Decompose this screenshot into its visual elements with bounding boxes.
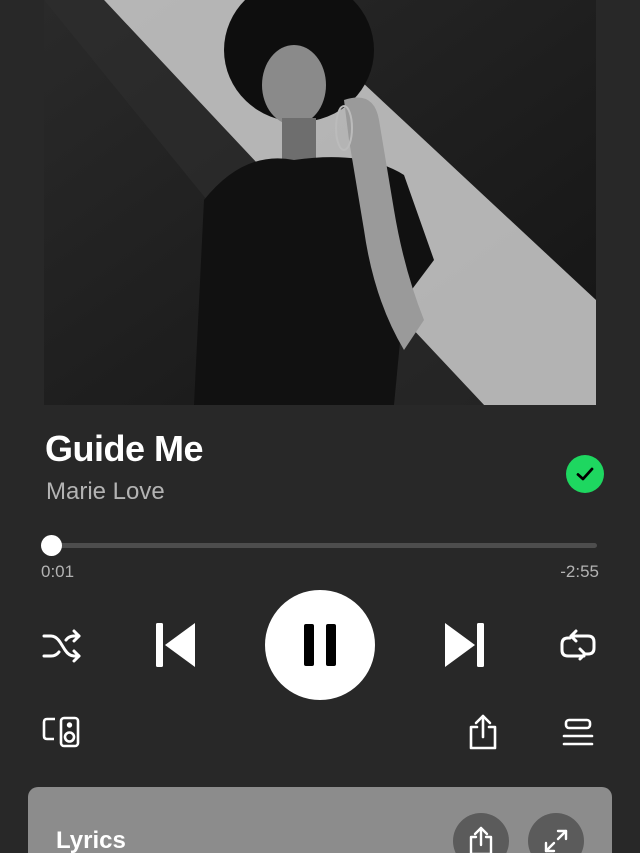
repeat-icon [560,629,596,661]
pause-icon [304,624,336,666]
progress-handle[interactable] [41,535,62,556]
track-title[interactable]: Guide Me [45,428,204,470]
album-art [44,0,596,405]
liked-button[interactable] [566,455,604,493]
pause-button[interactable] [265,590,375,700]
lyrics-title: Lyrics [56,827,126,853]
next-button[interactable] [440,620,490,670]
queue-button[interactable] [558,712,598,752]
repeat-button[interactable] [556,624,600,668]
skip-previous-icon [156,623,195,667]
progress-bar[interactable] [51,543,597,548]
previous-button[interactable] [150,620,200,670]
share-button[interactable] [463,710,503,754]
share-icon [469,714,497,750]
lyrics-share-button[interactable] [453,813,509,853]
track-artist[interactable]: Marie Love [46,478,165,506]
devices-button[interactable] [40,712,82,752]
queue-icon [562,718,594,746]
shuffle-icon [42,629,81,663]
skip-next-icon [445,623,484,667]
lyrics-card[interactable]: Lyrics [28,787,612,853]
checkmark-icon [576,467,594,481]
time-remaining: -2:55 [560,562,599,581]
shuffle-button[interactable] [40,624,84,668]
time-elapsed: 0:01 [41,562,75,581]
share-icon [469,826,493,853]
now-playing-screen: Guide Me Marie Love 0:01 -2:55 Lyrics [0,0,640,853]
devices-icon [42,716,80,748]
expand-icon [544,829,568,853]
lyrics-expand-button[interactable] [528,813,584,853]
